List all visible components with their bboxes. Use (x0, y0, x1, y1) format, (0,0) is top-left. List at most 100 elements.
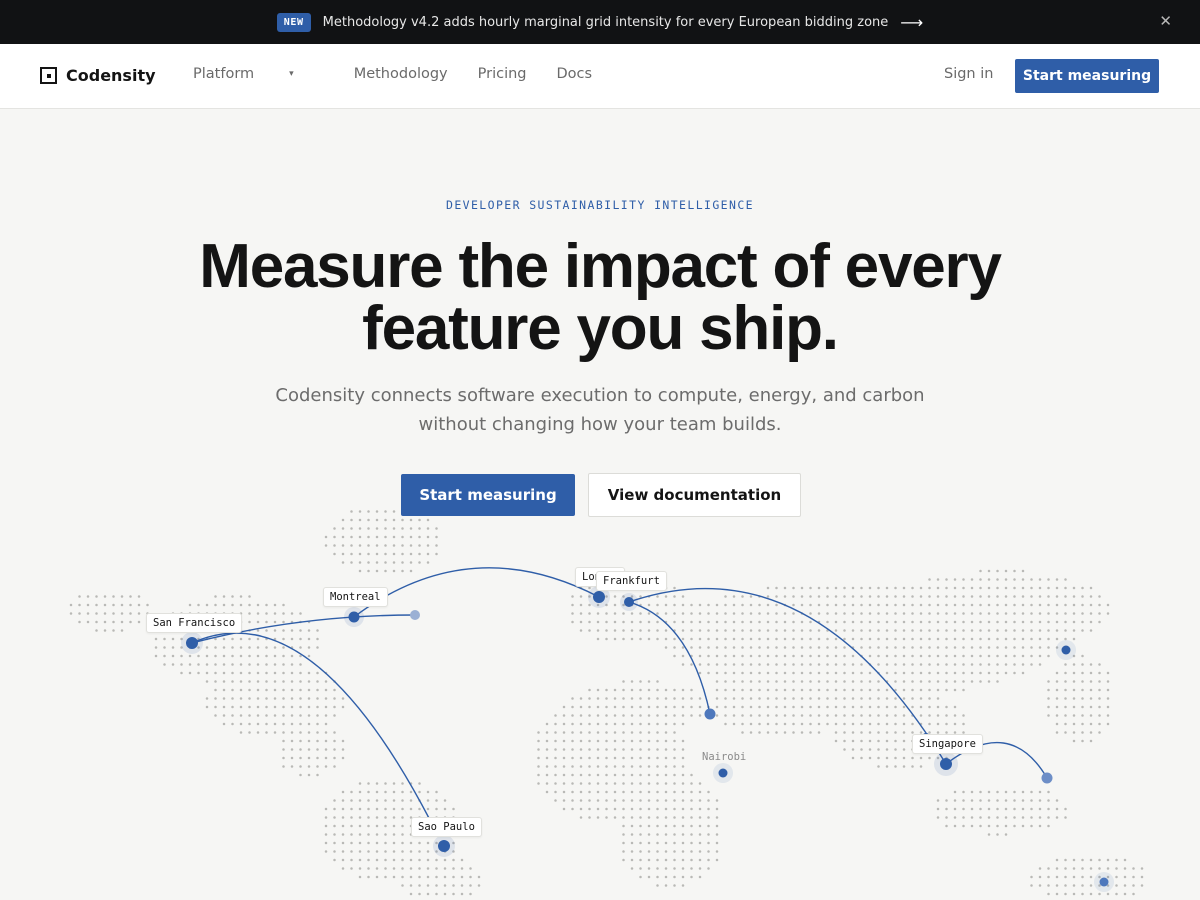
view-documentation-button[interactable]: View documentation (588, 473, 801, 517)
map-dot (987, 654, 991, 658)
map-dot (919, 620, 923, 624)
map-dot (435, 552, 438, 556)
map-dot (333, 544, 336, 547)
map-dot (545, 782, 549, 785)
map-dot (749, 697, 753, 700)
map-dot (928, 620, 931, 624)
map-dot (350, 535, 353, 539)
map-dot (834, 671, 838, 675)
map-dot (163, 646, 166, 649)
map-dot (783, 654, 787, 658)
start-measuring-button[interactable]: Start measuring (401, 474, 575, 516)
map-dot (647, 739, 651, 743)
map-dot (766, 586, 770, 590)
map-dot (936, 620, 940, 624)
map-dot (78, 612, 81, 615)
map-dot (1030, 884, 1033, 887)
map-dot (307, 680, 311, 683)
map-dot (588, 739, 591, 743)
map-dot (1089, 663, 1093, 666)
announcement-text[interactable]: Methodology v4.2 adds hourly marginal gr… (323, 15, 889, 30)
map-dot (724, 603, 727, 607)
nav-link-platform[interactable]: Platform ▾ (193, 66, 324, 82)
map-dot (579, 816, 583, 819)
map-dot (970, 646, 974, 649)
map-dot (409, 552, 413, 556)
map-dot (554, 714, 557, 717)
map-dot (367, 824, 370, 828)
map-dot (1089, 884, 1093, 887)
map-dot (256, 646, 260, 649)
map-dot (911, 620, 914, 624)
map-dot (307, 739, 311, 743)
map-dot (987, 569, 991, 573)
nav-link-methodology[interactable]: Methodology (354, 66, 448, 82)
map-dot (860, 756, 863, 760)
nav-link-pricing[interactable]: Pricing (478, 66, 527, 82)
announcement-bar[interactable]: NEW Methodology v4.2 adds hourly margina… (0, 0, 1200, 44)
map-dot (248, 671, 251, 675)
map-dot (1132, 892, 1135, 896)
map-dot (1055, 612, 1059, 615)
map-dot (945, 824, 948, 828)
map-dot (885, 722, 889, 726)
map-dot (996, 620, 999, 624)
close-icon[interactable]: ✕ (1159, 12, 1172, 30)
map-dot (622, 739, 625, 743)
map-dot (163, 654, 166, 658)
map-dot (248, 697, 251, 700)
map-dot (350, 790, 353, 794)
map-dot (656, 790, 659, 794)
map-dot (367, 790, 370, 794)
map-dot (698, 646, 702, 649)
map-dot (953, 654, 957, 658)
map-dot (792, 629, 795, 632)
map-dot (324, 697, 328, 700)
map-dot (554, 765, 557, 768)
map-dot (656, 739, 659, 743)
map-dot (826, 705, 829, 709)
map-dot (1123, 875, 1127, 879)
map-dot (605, 773, 608, 777)
map-dot (579, 790, 583, 794)
map-dot (1055, 578, 1059, 581)
map-dot (613, 816, 617, 819)
map-dot (690, 603, 693, 607)
map-dot (953, 595, 957, 598)
map-dot (919, 756, 923, 760)
map-dot (979, 824, 982, 828)
map-dot (953, 816, 957, 819)
map-dot (681, 688, 685, 692)
map-dot (656, 807, 659, 811)
map-dot (231, 714, 234, 717)
map-dot (749, 731, 753, 734)
map-dot (579, 612, 583, 615)
map-dot (936, 663, 940, 666)
map-dot (1004, 620, 1008, 624)
map-dot (1004, 663, 1008, 666)
map-dot (1030, 629, 1033, 632)
brand-logo[interactable]: Codensity (40, 66, 156, 85)
map-dot (809, 612, 812, 615)
map-dot (256, 637, 260, 641)
arrow-right-icon[interactable]: ⟶ (900, 13, 923, 32)
map-dot (307, 722, 311, 726)
map-dot (673, 620, 676, 624)
map-dot (707, 841, 710, 845)
nav-start-measuring-button[interactable]: Start measuring (1015, 59, 1159, 93)
map-dot (698, 697, 702, 700)
map-dot (885, 705, 889, 709)
map-dot (571, 756, 574, 760)
map-dot (299, 680, 302, 683)
map-dot (1004, 790, 1008, 794)
map-dot (426, 527, 430, 530)
map-dot (1089, 612, 1093, 615)
sign-in-link[interactable]: Sign in (944, 66, 993, 82)
map-dot (724, 722, 727, 726)
map-dot (987, 595, 991, 598)
map-dot (698, 790, 702, 794)
nav-link-docs[interactable]: Docs (557, 66, 593, 82)
map-dot (758, 646, 761, 649)
map-dot (639, 824, 642, 828)
map-dot (928, 578, 931, 581)
